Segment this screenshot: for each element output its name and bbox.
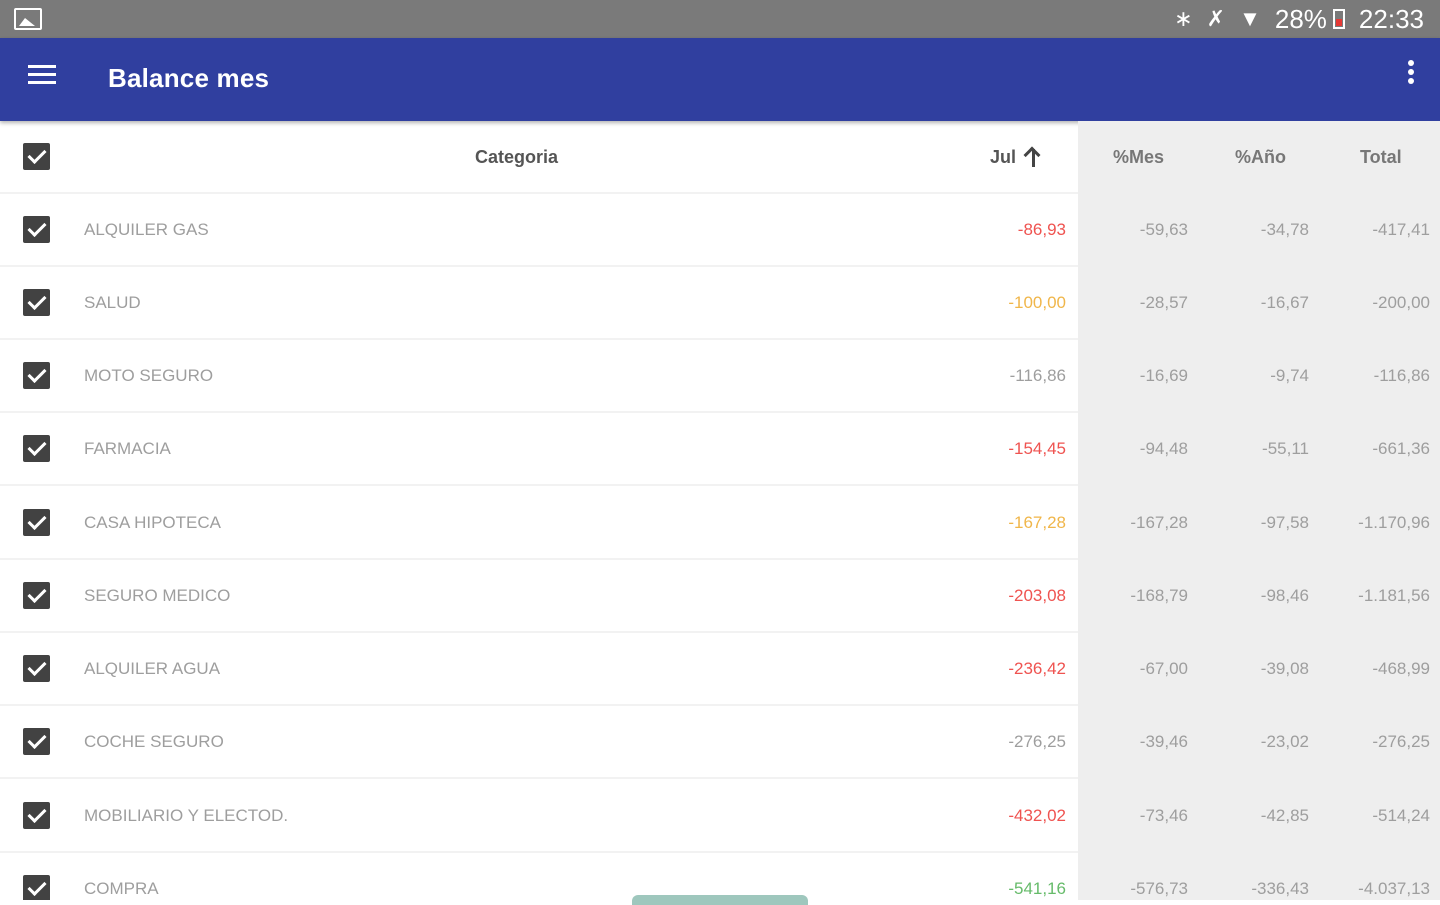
select-all-checkbox[interactable] (23, 143, 50, 170)
row-mes-value: -168,79 (1130, 586, 1188, 605)
row-ano-value: -34,78 (1260, 220, 1309, 239)
row-total-value: -417,41 (1372, 220, 1430, 239)
row-jul-value: -541,16 (1008, 879, 1066, 898)
row-ano-value: -336,43 (1251, 879, 1309, 898)
table-row[interactable]: SALUD -100,00 -28,57 -16,67 -200,00 (0, 267, 1440, 340)
mute-icon: ✗ (1206, 6, 1226, 31)
row-total-value: -514,24 (1372, 806, 1430, 825)
column-header-ano[interactable]: %Año (1235, 147, 1286, 168)
row-ano-value: -97,58 (1260, 513, 1309, 532)
row-mes-value: -39,46 (1139, 732, 1188, 751)
row-mes-value: -94,48 (1139, 439, 1188, 458)
row-checkbox[interactable] (23, 216, 50, 243)
row-total-value: -661,36 (1372, 439, 1430, 458)
row-jul-value: -276,25 (1008, 732, 1066, 751)
status-bar: ∗ ✗ ▼ 28% 22:33 (0, 0, 1440, 38)
row-total-value: -1.170,96 (1358, 513, 1430, 532)
row-checkbox[interactable] (23, 362, 50, 389)
hamburger-menu-icon[interactable] (28, 63, 58, 87)
row-checkbox[interactable] (23, 655, 50, 682)
row-checkbox[interactable] (23, 435, 50, 462)
row-total-value: -276,25 (1372, 732, 1430, 751)
row-jul-value: -100,00 (1008, 293, 1066, 312)
table-row[interactable]: ALQUILER AGUA -236,42 -67,00 -39,08 -468… (0, 633, 1440, 706)
row-checkbox[interactable] (23, 582, 50, 609)
row-jul-value: -167,28 (1008, 513, 1066, 532)
column-header-total[interactable]: Total (1360, 147, 1402, 168)
row-checkbox[interactable] (23, 509, 50, 536)
table-row[interactable]: FARMACIA -154,45 -94,48 -55,11 -661,36 (0, 413, 1440, 486)
table-row[interactable]: COCHE SEGURO -276,25 -39,46 -23,02 -276,… (0, 706, 1440, 779)
row-mes-value: -16,69 (1139, 366, 1188, 385)
table-row[interactable]: CASA HIPOTECA -167,28 -167,28 -97,58 -1.… (0, 487, 1440, 560)
row-mes-value: -59,63 (1139, 220, 1188, 239)
arrow-up-icon[interactable] (1022, 145, 1046, 169)
row-mes-value: -73,46 (1139, 806, 1188, 825)
row-total-value: -4.037,13 (1358, 879, 1430, 898)
row-ano-value: -16,67 (1260, 293, 1309, 312)
row-ano-value: -23,02 (1260, 732, 1309, 751)
row-ano-value: -42,85 (1260, 806, 1309, 825)
wifi-icon: ▼ (1239, 6, 1261, 31)
row-ano-value: -98,46 (1260, 586, 1309, 605)
row-total-value: -468,99 (1372, 659, 1430, 678)
row-category: ALQUILER GAS (84, 220, 209, 239)
table-row[interactable]: MOTO SEGURO -116,86 -16,69 -9,74 -116,86 (0, 340, 1440, 413)
row-total-value: -200,00 (1372, 293, 1430, 312)
status-icons: ∗ ✗ ▼ 28% 22:33 (1174, 0, 1424, 38)
row-category: SALUD (84, 293, 141, 312)
row-category: MOBILIARIO Y ELECTOD. (84, 806, 289, 825)
row-mes-value: -576,73 (1130, 879, 1188, 898)
row-checkbox[interactable] (23, 802, 50, 829)
row-category: MOTO SEGURO (84, 366, 214, 385)
row-jul-value: -236,42 (1008, 659, 1066, 678)
row-category: ALQUILER AGUA (84, 659, 221, 678)
table-row[interactable]: MOBILIARIO Y ELECTOD. -432,02 -73,46 -42… (0, 780, 1440, 853)
column-header-mes[interactable]: %Mes (1113, 147, 1164, 168)
page-title: Balance mes (108, 63, 270, 93)
row-checkbox[interactable] (23, 875, 50, 900)
row-mes-value: -167,28 (1130, 513, 1188, 532)
balance-table: Categoria Jul %Mes %Año Total ALQUILER G… (0, 121, 1440, 900)
row-ano-value: -55,11 (1262, 439, 1309, 458)
more-vert-icon[interactable] (1400, 58, 1420, 90)
row-jul-value: -432,02 (1008, 806, 1066, 825)
gallery-icon (14, 8, 42, 30)
column-header-jul[interactable]: Jul (990, 147, 1016, 168)
row-ano-value: -39,08 (1260, 659, 1309, 678)
row-jul-value: -203,08 (1008, 586, 1066, 605)
bluetooth-icon: ∗ (1174, 6, 1193, 31)
row-jul-value: -116,86 (1009, 366, 1066, 385)
row-jul-value: -154,45 (1008, 439, 1066, 458)
row-total-value: -1.181,56 (1358, 586, 1430, 605)
clock: 22:33 (1358, 3, 1424, 34)
row-category: FARMACIA (84, 439, 171, 458)
row-category: CASA HIPOTECA (84, 513, 221, 532)
row-jul-value: -86,93 (1017, 220, 1066, 239)
row-category: COMPRA (84, 879, 159, 898)
row-mes-value: -67,00 (1139, 659, 1188, 678)
row-ano-value: -9,74 (1270, 366, 1309, 385)
battery-icon (1332, 9, 1345, 29)
row-category: COCHE SEGURO (84, 732, 224, 751)
table-row[interactable]: COMPRA -541,16 -576,73 -336,43 -4.037,13 (0, 853, 1440, 900)
row-category: SEGURO MEDICO (84, 586, 231, 605)
table-header: Categoria Jul %Mes %Año Total (0, 121, 1440, 194)
table-row[interactable]: ALQUILER GAS -86,93 -59,63 -34,78 -417,4… (0, 194, 1440, 267)
battery-percent: 28% (1274, 3, 1327, 34)
app-bar: Balance mes (0, 38, 1440, 121)
row-checkbox[interactable] (23, 728, 50, 755)
table-row[interactable]: SEGURO MEDICO -203,08 -168,79 -98,46 -1.… (0, 560, 1440, 633)
row-mes-value: -28,57 (1139, 293, 1188, 312)
snackbar-peek[interactable] (632, 895, 808, 905)
row-checkbox[interactable] (23, 289, 50, 316)
row-total-value: -116,86 (1373, 366, 1430, 385)
column-header-categoria[interactable]: Categoria (475, 147, 558, 168)
